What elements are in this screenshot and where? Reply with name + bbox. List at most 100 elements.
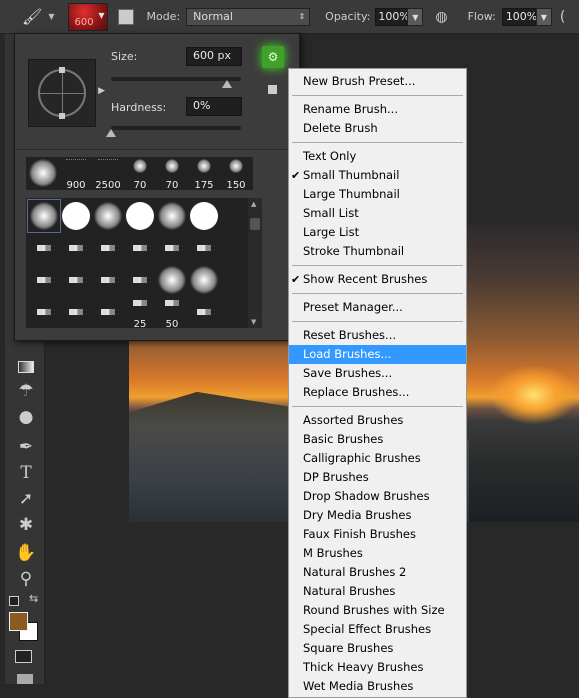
menu-item[interactable]: Wet Media Brushes: [289, 677, 466, 696]
opacity-input[interactable]: 100%: [375, 7, 410, 26]
brush-preset[interactable]: 900: [60, 157, 92, 191]
brush-preset[interactable]: [124, 200, 156, 232]
brush-preset[interactable]: [92, 232, 124, 264]
scrollbar-thumb[interactable]: [250, 218, 260, 230]
flow-input[interactable]: 100%: [501, 7, 537, 26]
default-colors-icon[interactable]: [9, 596, 19, 606]
menu-item[interactable]: Reset Brushes...: [289, 326, 466, 345]
brush-preset[interactable]: 70: [156, 157, 188, 191]
pen-tool-icon[interactable]: ✒: [15, 436, 37, 458]
brush-preset[interactable]: 175: [188, 157, 220, 191]
menu-item[interactable]: Preset Manager...: [289, 298, 466, 317]
size-slider-thumb[interactable]: [222, 80, 232, 88]
brush-preset[interactable]: [60, 200, 92, 232]
menu-item[interactable]: Round Brushes with Size: [289, 601, 466, 620]
menu-item-label: Text Only: [303, 149, 357, 163]
hardness-slider[interactable]: [106, 126, 241, 137]
pressure-opacity-icon[interactable]: ◍: [435, 9, 447, 25]
menu-item[interactable]: DP Brushes: [289, 468, 466, 487]
menu-item[interactable]: Load Brushes...: [289, 345, 466, 364]
menu-item[interactable]: M Brushes: [289, 544, 466, 563]
brush-preset[interactable]: [124, 264, 156, 296]
size-slider[interactable]: [111, 77, 241, 88]
tool-preset-dropdown[interactable]: ▼: [48, 12, 54, 21]
brush-preset[interactable]: [156, 200, 188, 232]
zoom-tool-icon[interactable]: ⚲: [15, 568, 37, 590]
brush-preset[interactable]: [156, 232, 188, 264]
menu-item[interactable]: ✔ Small Thumbnail: [289, 166, 466, 185]
brush-preset-picker[interactable]: 600 ▼: [68, 2, 109, 31]
brush-preset[interactable]: [60, 232, 92, 264]
brush-preset[interactable]: [124, 232, 156, 264]
toggle-brush-panel-icon[interactable]: [118, 8, 135, 25]
brush-preset[interactable]: [92, 296, 124, 328]
flow-dropdown[interactable]: ▼: [535, 7, 552, 26]
menu-item[interactable]: Special Effect Brushes: [289, 620, 466, 639]
menu-item[interactable]: Natural Brushes 2: [289, 563, 466, 582]
path-selection-icon[interactable]: ➚: [15, 488, 37, 510]
brush-preset[interactable]: [28, 296, 60, 328]
brush-preset[interactable]: 70: [124, 157, 156, 191]
brush-preset[interactable]: 2500: [92, 157, 124, 191]
brush-preset[interactable]: [28, 232, 60, 264]
menu-item[interactable]: Stroke Thumbnail: [289, 242, 466, 261]
airbrush-icon[interactable]: (: [560, 9, 565, 25]
new-preset-icon[interactable]: [268, 85, 277, 94]
type-tool-icon[interactable]: T: [15, 462, 37, 484]
swap-colors-icon[interactable]: ⇆: [29, 592, 38, 605]
dodge-tool-icon[interactable]: ●: [15, 406, 37, 428]
brush-preset[interactable]: [27, 199, 61, 233]
menu-item[interactable]: Assorted Brushes: [289, 411, 466, 430]
brush-tool-icon[interactable]: 🖌: [22, 7, 42, 26]
foreground-color-swatch[interactable]: [9, 612, 28, 631]
menu-item[interactable]: Delete Brush: [289, 119, 466, 138]
menu-item[interactable]: Small List: [289, 204, 466, 223]
brush-preset[interactable]: [156, 264, 188, 296]
menu-item[interactable]: Natural Brushes: [289, 582, 466, 601]
custom-shape-icon[interactable]: ✱: [15, 514, 37, 536]
brush-preset[interactable]: [188, 200, 220, 232]
hardness-slider-thumb[interactable]: [106, 129, 116, 137]
hardness-input[interactable]: 0%: [186, 97, 242, 116]
brush-preset[interactable]: [188, 296, 220, 328]
menu-item[interactable]: Large Thumbnail: [289, 185, 466, 204]
menu-item[interactable]: Dry Media Brushes: [289, 506, 466, 525]
brush-preset[interactable]: [92, 200, 124, 232]
brush-preset[interactable]: [60, 264, 92, 296]
menu-item[interactable]: Drop Shadow Brushes: [289, 487, 466, 506]
menu-item[interactable]: Rename Brush...: [289, 100, 466, 119]
brush-preset[interactable]: [28, 264, 60, 296]
brush-preset[interactable]: 25: [124, 296, 156, 330]
menu-item[interactable]: Large List: [289, 223, 466, 242]
brush-preset[interactable]: 150: [220, 157, 252, 191]
menu-item[interactable]: Calligraphic Brushes: [289, 449, 466, 468]
screen-mode-icon[interactable]: [17, 674, 33, 684]
menu-item-label: Preset Manager...: [303, 300, 403, 314]
brush-preset[interactable]: [92, 264, 124, 296]
quick-mask-icon[interactable]: [15, 650, 32, 663]
brush-angle-preview[interactable]: ▶: [28, 59, 105, 127]
menu-item[interactable]: Save Brushes...: [289, 364, 466, 383]
menu-item[interactable]: New Brush Preset...: [289, 72, 466, 91]
brush-preset[interactable]: [27, 157, 59, 189]
opacity-dropdown[interactable]: ▼: [407, 7, 424, 26]
menu-item[interactable]: Thick Heavy Brushes: [289, 658, 466, 677]
menu-item[interactable]: Replace Brushes...: [289, 383, 466, 402]
hand-tool-icon[interactable]: ✋: [15, 542, 37, 564]
brush-grid-scrollbar[interactable]: ▲ ▼: [248, 198, 262, 328]
menu-item[interactable]: Faux Finish Brushes: [289, 525, 466, 544]
gear-menu-button[interactable]: ⚙: [262, 46, 284, 68]
menu-item[interactable]: Square Brushes: [289, 639, 466, 658]
brush-size-label: 150: [226, 180, 246, 191]
brush-preset[interactable]: 50: [156, 296, 188, 330]
brush-preset[interactable]: [188, 232, 220, 264]
gradient-tool-icon[interactable]: [15, 356, 37, 378]
size-input[interactable]: 600 px: [186, 47, 242, 66]
blur-tool-icon[interactable]: ☂: [15, 380, 37, 402]
menu-item[interactable]: ✔ Show Recent Brushes: [289, 270, 466, 289]
menu-item[interactable]: Basic Brushes: [289, 430, 466, 449]
brush-preset[interactable]: [60, 296, 92, 328]
mode-select[interactable]: Normal ⇕: [186, 7, 311, 26]
brush-preset[interactable]: [188, 264, 220, 296]
menu-item[interactable]: Text Only: [289, 147, 466, 166]
